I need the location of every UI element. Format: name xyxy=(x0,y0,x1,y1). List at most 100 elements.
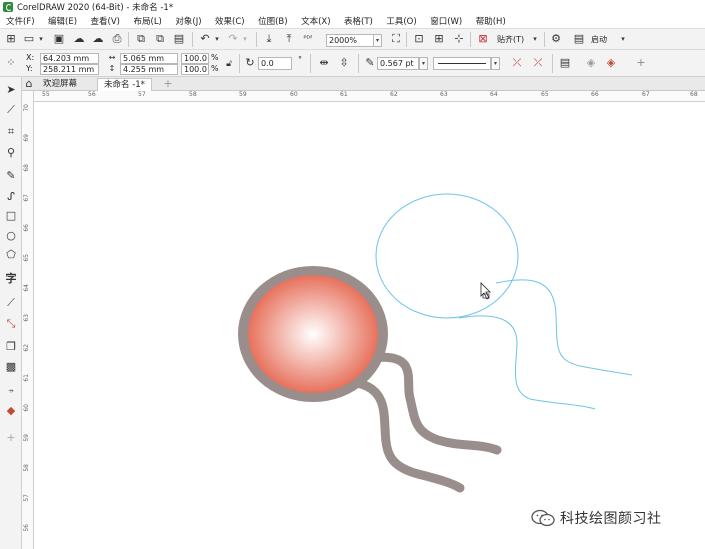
line-style-selector[interactable] xyxy=(433,57,491,70)
save-icon[interactable]: ▣ xyxy=(52,33,66,45)
copy-icon[interactable]: ⧉ xyxy=(153,33,167,45)
tab-welcome-screen[interactable]: 欢迎屏幕 xyxy=(37,78,83,91)
menu-view[interactable]: 查看(V) xyxy=(91,15,120,27)
outline-width-field[interactable]: 0.567 pt xyxy=(377,57,419,70)
y-position-field[interactable]: 258.211 mm xyxy=(40,64,99,75)
brown-tail-lower[interactable] xyxy=(345,377,465,493)
wireframe-tail-lower[interactable] xyxy=(458,315,596,410)
snap-to-label[interactable]: 贴齐(T) xyxy=(497,35,524,45)
propbar-separator xyxy=(239,54,240,73)
rectangle-tool-icon[interactable]: □ xyxy=(4,210,18,222)
polygon-tool-icon[interactable]: ⬠ xyxy=(4,249,18,261)
transparency-tool-icon[interactable]: ▩ xyxy=(4,361,18,373)
end-arrowhead-icon[interactable]: ⤫ xyxy=(531,57,545,69)
to-front-icon[interactable]: ◈ xyxy=(584,57,598,69)
add-icon[interactable]: + xyxy=(634,57,648,69)
rotation-angle-field[interactable]: 0.0 xyxy=(258,57,292,70)
paste-icon[interactable]: ▤ xyxy=(172,33,186,45)
import-icon[interactable]: ⤓ xyxy=(262,33,276,45)
full-screen-icon[interactable]: ⛶ xyxy=(389,33,403,45)
cloud-upload-icon[interactable]: ☁ xyxy=(72,33,86,45)
propbar-separator xyxy=(358,54,359,73)
x-position-field[interactable]: 64.203 mm xyxy=(40,53,99,64)
propbar-separator xyxy=(310,54,311,73)
text-tool-icon[interactable]: 字 xyxy=(4,273,18,285)
mirror-vertical-icon[interactable]: ⇳ xyxy=(337,57,351,69)
options-gear-icon[interactable]: ⚙ xyxy=(549,33,563,45)
line-style-dropdown-icon[interactable]: ▾ xyxy=(491,57,500,70)
export-icon[interactable]: ⤒ xyxy=(282,33,296,45)
zoom-dropdown-icon[interactable]: ▾ xyxy=(373,34,382,47)
zoom-tool-icon[interactable]: ⚲ xyxy=(4,147,18,159)
gradient-ball[interactable] xyxy=(248,275,378,393)
scale-x-field[interactable]: 100.0 xyxy=(181,53,209,64)
drawing-canvas[interactable] xyxy=(35,102,705,549)
outline-pen-icon[interactable]: ✎ xyxy=(363,57,377,69)
launch-dropdown-icon[interactable]: ▾ xyxy=(616,33,630,45)
vertical-ruler[interactable]: 70 69 68 67 66 65 64 63 62 61 60 59 58 5… xyxy=(22,91,34,549)
drop-shadow-tool-icon[interactable]: ❐ xyxy=(4,341,18,353)
connector-tool-icon[interactable]: ⤡ xyxy=(4,318,18,330)
show-rulers-icon[interactable]: ⊡ xyxy=(412,33,426,45)
horizontal-ruler[interactable]: 55 56 57 58 59 60 61 62 63 64 65 66 67 6… xyxy=(34,91,705,102)
scale-y-field[interactable]: 100.0 xyxy=(181,64,209,75)
menu-text[interactable]: 文本(X) xyxy=(301,15,330,27)
object-origin-icon[interactable]: ⁘ xyxy=(4,57,18,69)
y-position-label: Y: xyxy=(26,64,33,73)
menu-effects[interactable]: 效果(C) xyxy=(215,15,245,27)
shape-tool-icon[interactable]: ⟋ xyxy=(4,104,18,116)
pick-tool-icon[interactable]: ➤ xyxy=(4,84,18,96)
menu-window[interactable]: 窗口(W) xyxy=(430,15,462,27)
start-arrowhead-icon[interactable]: ⤫ xyxy=(510,57,524,69)
launch-app-icon[interactable]: ▤ xyxy=(572,33,586,45)
h-ruler-tick: 56 xyxy=(88,91,96,98)
menu-table[interactable]: 表格(T) xyxy=(344,15,373,27)
height-icon: ↕ xyxy=(108,64,116,73)
menu-file[interactable]: 文件(F) xyxy=(6,15,35,27)
crop-tool-icon[interactable]: ⌗ xyxy=(4,126,18,138)
wechat-icon xyxy=(530,508,556,528)
home-icon[interactable]: ⌂ xyxy=(22,78,36,90)
menu-object[interactable]: 对象(J) xyxy=(175,15,201,27)
cloud-download-icon[interactable]: ☁ xyxy=(91,33,105,45)
menu-layout[interactable]: 布局(L) xyxy=(134,15,162,27)
width-field[interactable]: 5.065 mm xyxy=(120,53,178,64)
show-guidelines-icon[interactable]: ⊹ xyxy=(452,33,466,45)
mirror-horizontal-icon[interactable]: ⇹ xyxy=(317,57,331,69)
redo-dropdown-icon[interactable]: ▾ xyxy=(238,33,252,45)
tab-document[interactable]: 未命名 -1* xyxy=(97,78,152,91)
open-dropdown-icon[interactable]: ▾ xyxy=(34,33,48,45)
brown-tail-upper[interactable] xyxy=(367,352,502,455)
snap-dropdown-icon[interactable]: ▾ xyxy=(528,33,542,45)
to-back-icon[interactable]: ◈ xyxy=(604,57,618,69)
outline-width-dropdown-icon[interactable]: ▾ xyxy=(419,57,428,70)
launch-label[interactable]: 启动 xyxy=(591,35,607,45)
lock-ratio-icon[interactable]: 🔓︎ xyxy=(222,58,236,70)
ellipse-tool-icon[interactable]: ○ xyxy=(4,230,18,242)
height-field[interactable]: 4.255 mm xyxy=(120,64,178,75)
cut-icon[interactable]: ⧉ xyxy=(134,33,148,45)
menu-tools[interactable]: 工具(O) xyxy=(386,15,416,27)
eyedropper-tool-icon[interactable]: ⍆ xyxy=(4,385,18,397)
zoom-level-field[interactable]: 2000% xyxy=(326,34,374,47)
interactive-fill-tool-icon[interactable]: ◆ xyxy=(4,405,18,417)
new-document-icon[interactable]: ⊞ xyxy=(4,33,18,45)
freehand-tool-icon[interactable]: ✎ xyxy=(4,170,18,182)
print-icon[interactable]: ⎙ xyxy=(110,33,124,45)
publish-pdf-icon[interactable]: ᴾᴰᶠ xyxy=(301,33,315,45)
v-ruler-tick: 57 xyxy=(23,494,30,502)
wrap-text-icon[interactable]: ▤ xyxy=(558,57,572,69)
undo-dropdown-icon[interactable]: ▾ xyxy=(210,33,224,45)
wireframe-ellipse[interactable] xyxy=(375,193,519,319)
snap-icon[interactable]: ⊠ xyxy=(476,33,490,45)
customize-toolbox-icon[interactable]: + xyxy=(4,432,18,444)
menu-help[interactable]: 帮助(H) xyxy=(476,15,506,27)
show-grid-icon[interactable]: ⊞ xyxy=(432,33,446,45)
menu-edit[interactable]: 编辑(E) xyxy=(48,15,77,27)
window-title: CorelDRAW 2020 (64-Bit) - 未命名 -1* xyxy=(17,3,174,13)
artistic-media-tool-icon[interactable]: ᔑ xyxy=(4,191,18,203)
h-ruler-tick: 64 xyxy=(490,91,498,98)
new-tab-icon[interactable]: + xyxy=(161,78,175,90)
parallel-dimension-tool-icon[interactable]: ⟋ xyxy=(4,297,18,309)
menu-bitmaps[interactable]: 位图(B) xyxy=(258,15,287,27)
